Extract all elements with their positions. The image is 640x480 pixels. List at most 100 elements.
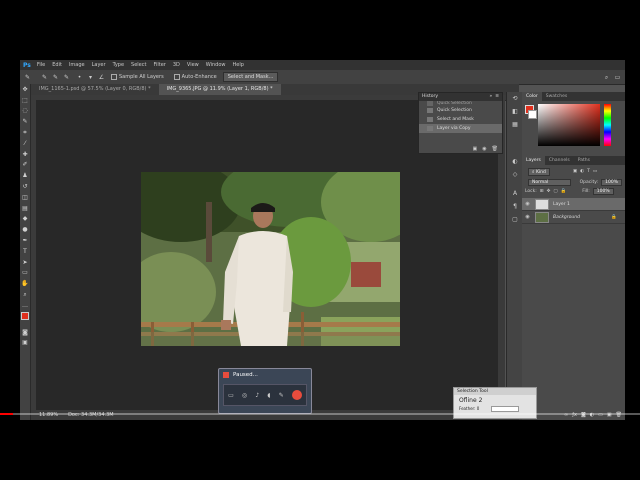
history-item[interactable]: Quick Selection bbox=[419, 101, 502, 106]
quick-mask-icon[interactable]: ◙ bbox=[20, 327, 30, 338]
type-tool-icon[interactable]: T bbox=[20, 246, 30, 257]
screen-mode-icon[interactable]: ▣ bbox=[20, 338, 30, 349]
panel-collapse-icon[interactable]: » bbox=[489, 93, 492, 101]
history-item[interactable]: Select and Mask bbox=[419, 115, 502, 124]
brush-tool-icon[interactable]: ✐ bbox=[20, 160, 30, 171]
eyedropper-tool-icon[interactable]: ⁄ bbox=[20, 138, 30, 149]
visibility-eye-icon[interactable]: ◉ bbox=[524, 201, 531, 207]
layer-kind-filter[interactable]: ⌕ Kind bbox=[528, 167, 550, 176]
visibility-eye-icon[interactable]: ◉ bbox=[524, 214, 531, 220]
menu-filter[interactable]: Filter bbox=[153, 62, 165, 68]
menu-view[interactable]: View bbox=[187, 62, 199, 68]
hue-slider[interactable] bbox=[604, 104, 611, 146]
zoom-tool-icon[interactable]: ⌕ bbox=[20, 289, 30, 300]
color-swatches[interactable] bbox=[20, 311, 32, 327]
new-selection-icon[interactable]: ✎ bbox=[41, 74, 48, 81]
libraries-panel-icon[interactable]: ▦ bbox=[507, 118, 523, 131]
filter-adjust-icon[interactable]: ◐ bbox=[580, 169, 584, 174]
properties-panel-icon[interactable]: ◧ bbox=[507, 105, 523, 118]
hand-tool-icon[interactable]: ✋ bbox=[20, 278, 30, 289]
opacity-input[interactable]: 100% bbox=[601, 179, 622, 186]
dodge-tool-icon[interactable]: ● bbox=[20, 224, 30, 235]
tab-img-1165[interactable]: IMG_1165-1.psd @ 57.5% (Layer 0, RGB/8) … bbox=[31, 84, 159, 95]
lock-artboard-icon[interactable]: ▢ bbox=[553, 189, 557, 194]
color-panel-background-swatch[interactable] bbox=[528, 110, 537, 119]
gradient-tool-icon[interactable]: ▤ bbox=[20, 203, 30, 214]
color-field[interactable] bbox=[538, 104, 600, 146]
tab-layers[interactable]: Layers bbox=[522, 156, 545, 165]
snapshot-camera-icon[interactable]: ◉ bbox=[482, 146, 486, 152]
brush-angle-icon[interactable]: ∠ bbox=[98, 74, 105, 81]
workspace-icon[interactable]: ▭ bbox=[614, 74, 621, 81]
lock-position-icon[interactable]: ✥ bbox=[547, 189, 551, 194]
menu-window[interactable]: Window bbox=[206, 62, 226, 68]
more-tools-icon[interactable]: … bbox=[20, 300, 30, 311]
lasso-tool-icon[interactable]: ◌ bbox=[20, 106, 30, 117]
quick-selection-tool-icon[interactable]: ✎ bbox=[24, 74, 31, 81]
selection-tool-value[interactable]: Ofline 2 bbox=[454, 395, 536, 406]
menu-image[interactable]: Image bbox=[69, 62, 85, 68]
brush-picker-icon[interactable]: ▾ bbox=[87, 74, 94, 81]
filter-pixel-icon[interactable]: ▣ bbox=[573, 169, 577, 174]
auto-enhance-checkbox[interactable] bbox=[173, 74, 180, 80]
styles-panel-icon[interactable]: ◇ bbox=[507, 168, 523, 181]
quick-select-tool-icon[interactable]: ✎ bbox=[20, 116, 30, 127]
lock-pixels-icon[interactable]: ⊞ bbox=[540, 189, 544, 194]
glyphs-panel-icon[interactable]: ▢ bbox=[507, 213, 523, 226]
brush-size-icon[interactable]: • bbox=[76, 74, 83, 81]
blur-tool-icon[interactable]: ◆ bbox=[20, 214, 30, 225]
add-to-selection-icon[interactable]: ✎ bbox=[52, 74, 59, 81]
history-brush-icon[interactable]: ↺ bbox=[20, 181, 30, 192]
crop-tool-icon[interactable]: ⌗ bbox=[20, 127, 30, 138]
filter-shape-icon[interactable]: ▭ bbox=[593, 169, 597, 174]
foreground-color-swatch[interactable] bbox=[21, 311, 29, 320]
path-select-icon[interactable]: ➤ bbox=[20, 257, 30, 268]
healing-tool-icon[interactable]: ✚ bbox=[20, 149, 30, 160]
history-panel-icon[interactable]: ⟲ bbox=[507, 92, 523, 105]
document-image[interactable] bbox=[141, 172, 400, 346]
menu-edit[interactable]: Edit bbox=[52, 62, 62, 68]
eraser-tool-icon[interactable]: ◫ bbox=[20, 192, 30, 203]
adjustments-panel-icon[interactable]: ◐ bbox=[507, 155, 523, 168]
blend-mode-select[interactable]: Normal bbox=[528, 179, 571, 186]
stamp-tool-icon[interactable]: ♟ bbox=[20, 170, 30, 181]
menu-file[interactable]: File bbox=[37, 62, 45, 68]
menu-help[interactable]: Help bbox=[233, 62, 244, 68]
menu-select[interactable]: Select bbox=[131, 62, 146, 68]
recorder-draw-icon[interactable]: ✎ bbox=[279, 392, 284, 399]
tab-color[interactable]: Color bbox=[522, 92, 542, 101]
video-progress-bar[interactable] bbox=[0, 412, 640, 416]
recorder-webcam-icon[interactable]: ◎ bbox=[242, 392, 247, 399]
marquee-tool-icon[interactable]: ⬚ bbox=[20, 95, 30, 106]
fill-input[interactable]: 100% bbox=[592, 188, 614, 195]
recorder-record-button[interactable] bbox=[291, 390, 302, 400]
tab-img-9365[interactable]: IMG_9365.JPG @ 11.9% (Layer 1, RGB/8) * bbox=[158, 84, 281, 95]
new-document-from-state-icon[interactable]: ▣ bbox=[473, 146, 478, 152]
paragraph-panel-icon[interactable]: ¶ bbox=[507, 200, 523, 213]
shape-tool-icon[interactable]: ▭ bbox=[20, 268, 30, 279]
menu-layer[interactable]: Layer bbox=[92, 62, 106, 68]
menu-type[interactable]: Type bbox=[113, 62, 124, 68]
layer-row-layer-1[interactable]: ◉ Layer 1 bbox=[522, 198, 625, 211]
layer-row-background[interactable]: ◉ Background 🔒 bbox=[522, 211, 625, 224]
tab-paths[interactable]: Paths bbox=[574, 156, 594, 165]
filter-type-icon[interactable]: T bbox=[587, 169, 590, 174]
subtract-selection-icon[interactable]: ✎ bbox=[63, 74, 70, 81]
character-panel-icon[interactable]: A bbox=[507, 187, 523, 200]
move-tool-icon[interactable]: ✥ bbox=[20, 84, 30, 95]
tab-swatches[interactable]: Swatches bbox=[542, 92, 572, 101]
panel-menu-icon[interactable]: ≡ bbox=[495, 93, 499, 101]
tab-channels[interactable]: Channels bbox=[545, 156, 574, 165]
recorder-mic-icon[interactable]: ♪ bbox=[255, 392, 259, 399]
recorder-area-icon[interactable]: ▭ bbox=[228, 392, 234, 399]
lock-all-icon[interactable]: 🔒 bbox=[561, 189, 567, 194]
recorder-speaker-icon[interactable]: ◖ bbox=[267, 392, 270, 399]
pen-tool-icon[interactable]: ✒ bbox=[20, 235, 30, 246]
delete-state-icon[interactable]: 🗑 bbox=[492, 146, 498, 152]
history-item[interactable]: Quick Selection bbox=[419, 106, 502, 115]
select-and-mask-button[interactable]: Select and Mask... bbox=[222, 72, 279, 82]
search-icon[interactable]: ⌕ bbox=[603, 74, 610, 81]
menu-3d[interactable]: 3D bbox=[173, 62, 180, 68]
history-item-selected[interactable]: Layer via Copy bbox=[419, 124, 502, 133]
sample-all-layers-checkbox[interactable] bbox=[111, 74, 117, 80]
